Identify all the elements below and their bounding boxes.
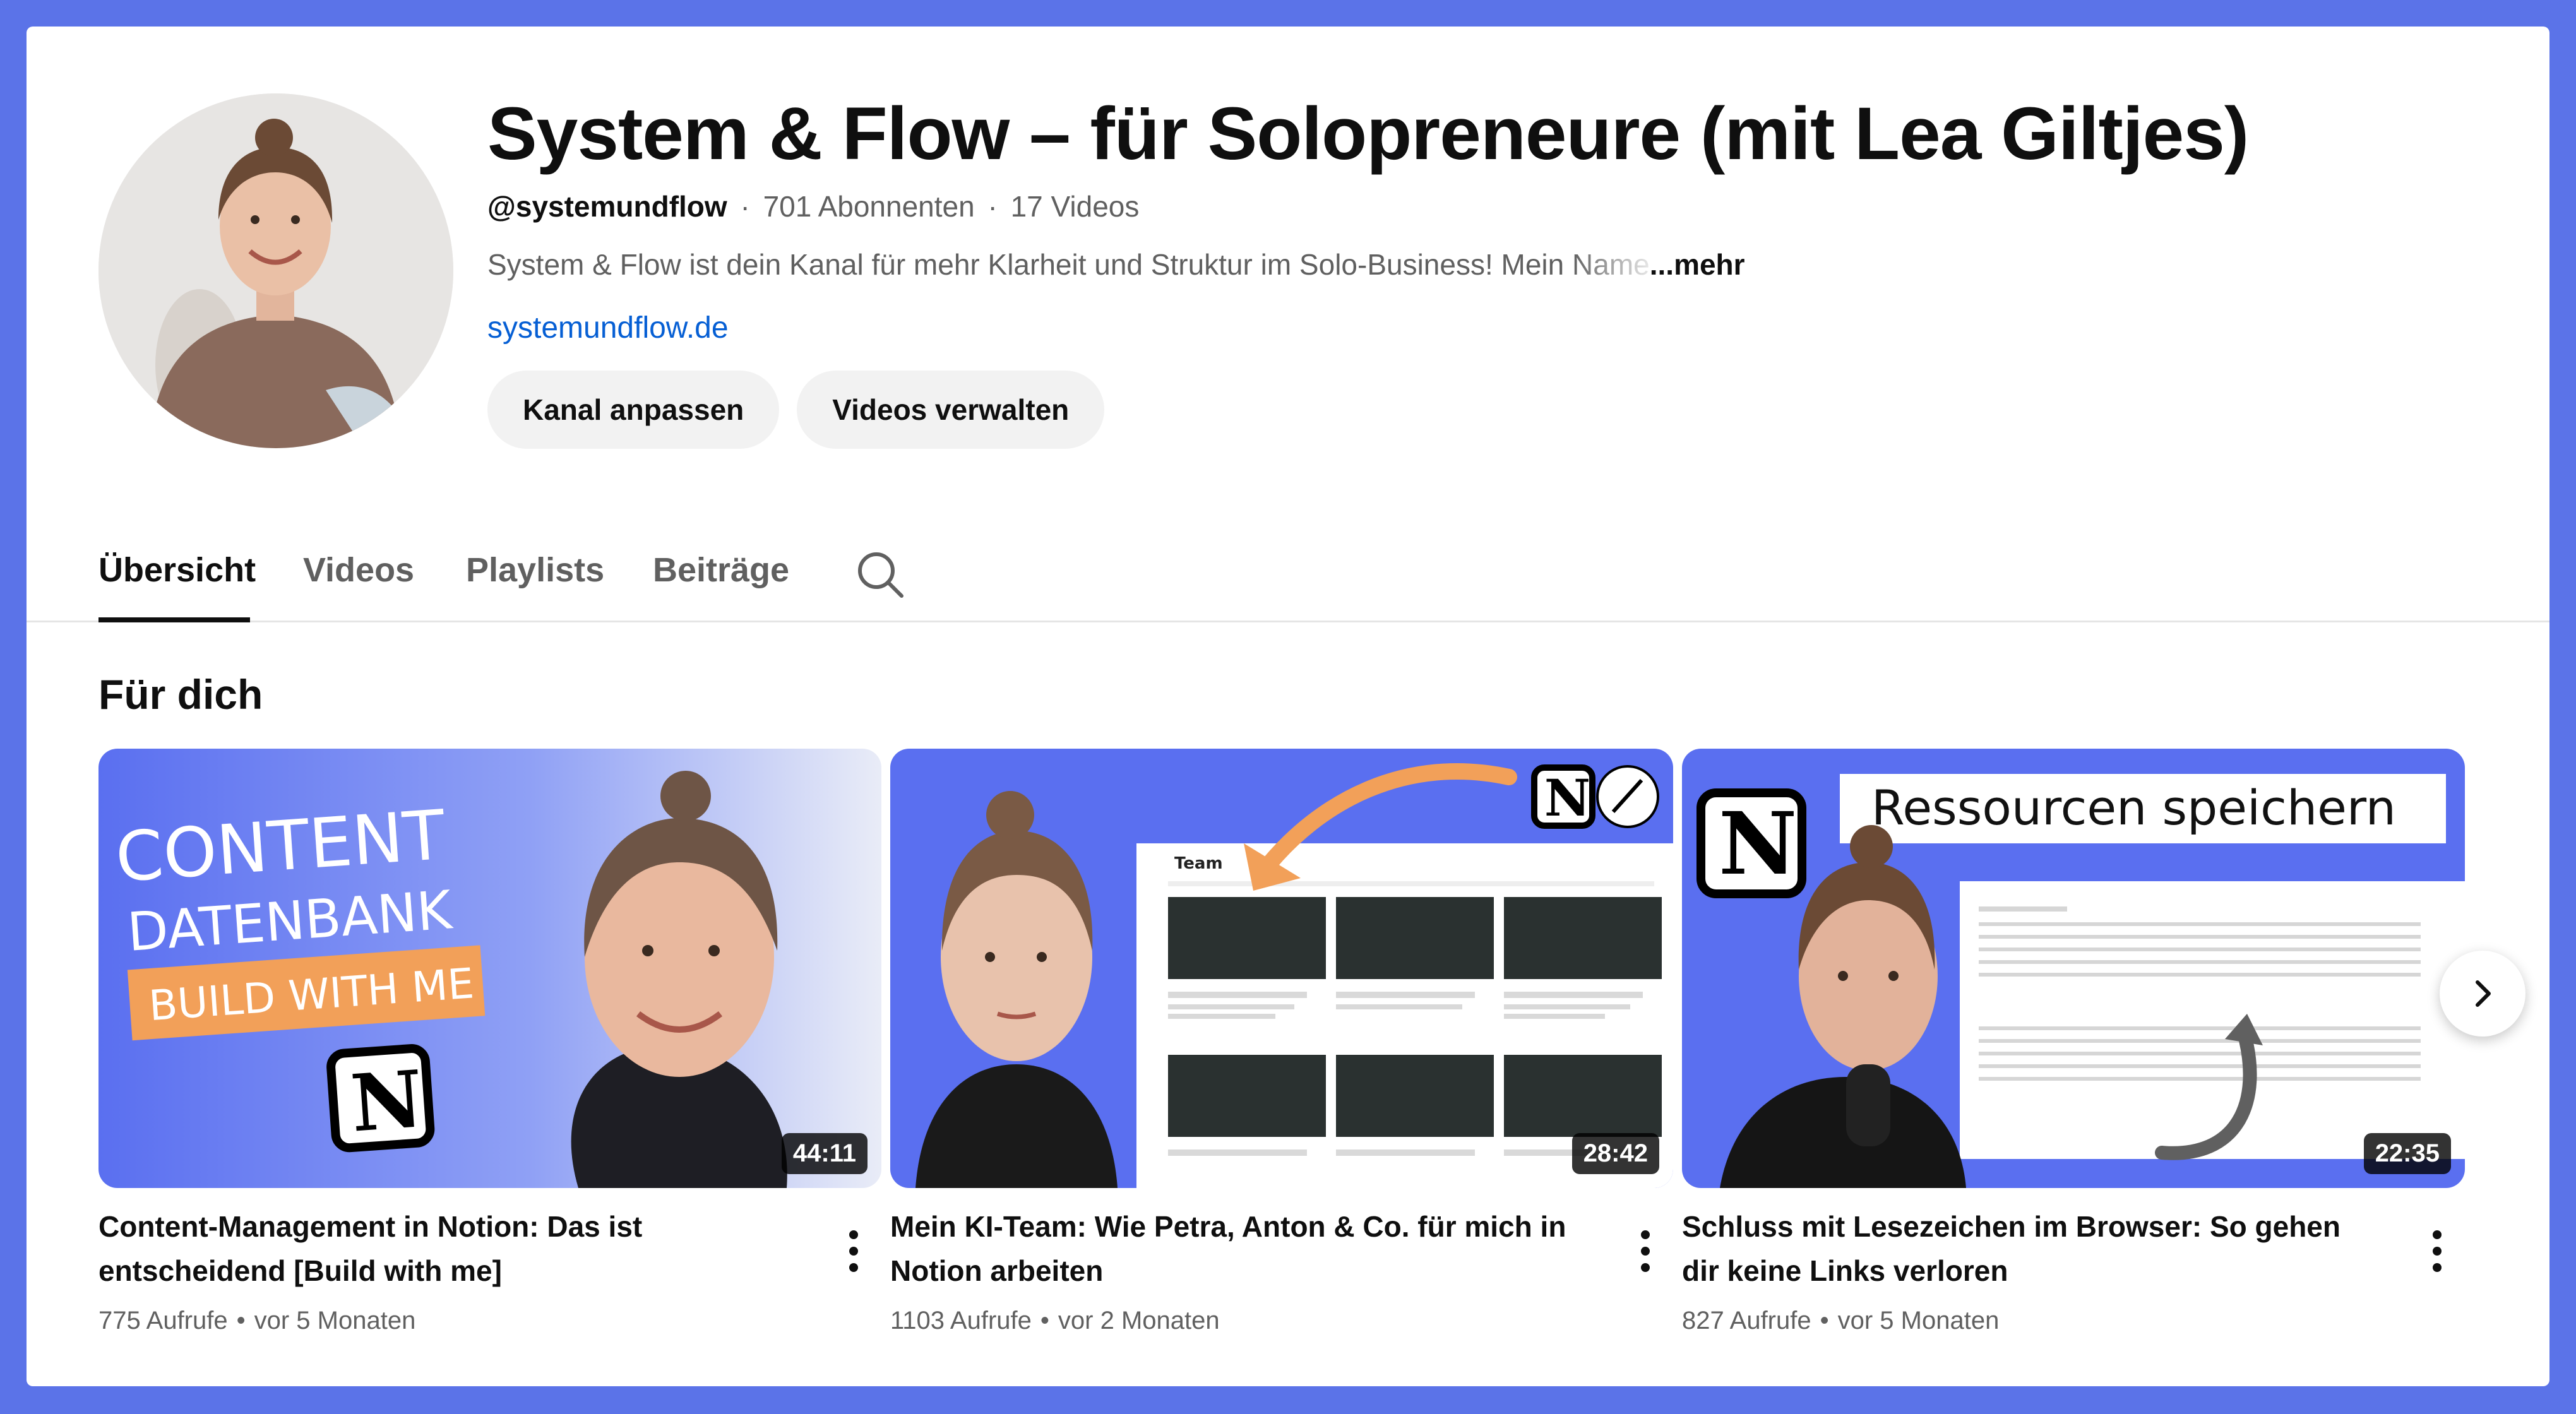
carousel-next-button[interactable] xyxy=(2440,951,2525,1037)
upload-age: vor 5 Monaten xyxy=(1837,1307,2000,1334)
more-link[interactable]: ...mehr xyxy=(1650,248,1745,281)
video-thumbnail[interactable]: Ressourcen speichern N 22:35 xyxy=(1682,749,2465,1188)
video-meta: 775 Aufrufe • vor 5 Monaten xyxy=(98,1307,881,1335)
video-meta: 1103 Aufrufe • vor 2 Monaten xyxy=(890,1307,1673,1335)
channel-info: System & Flow – für Solopreneure (mit Le… xyxy=(487,90,2249,449)
svg-text:N: N xyxy=(348,1054,426,1150)
description-text: System & Flow ist dein Kanal für mehr Kl… xyxy=(487,247,1573,281)
more-options-icon[interactable] xyxy=(1633,1226,1658,1276)
svg-text:N: N xyxy=(1544,768,1590,828)
customize-channel-button[interactable]: Kanal anpassen xyxy=(487,370,780,449)
section-title: Für dich xyxy=(98,671,263,718)
video-meta: 827 Aufrufe • vor 5 Monaten xyxy=(1682,1307,2465,1335)
view-count: 775 Aufrufe xyxy=(98,1307,228,1334)
tab-posts[interactable]: Beiträge xyxy=(653,550,789,590)
video-card[interactable]: Ressourcen speichern N 22:35 Schluss mit xyxy=(1682,749,2465,1335)
channel-meta: @systemundflow · 701 Abonnenten · 17 Vid… xyxy=(487,189,2248,223)
channel-description[interactable]: System & Flow ist dein Kanal für mehr Kl… xyxy=(487,247,2248,282)
video-title[interactable]: Content-Management in Notion: Das ist en… xyxy=(98,1204,793,1293)
subscriber-count: 701 Abonnenten xyxy=(763,189,975,223)
description-fade-text: Name xyxy=(1572,247,1650,281)
video-duration: 28:42 xyxy=(1571,1133,1659,1174)
channel-handle[interactable]: @systemundflow xyxy=(487,190,727,223)
meta-separator: · xyxy=(740,189,750,223)
tab-overview[interactable]: Übersicht xyxy=(98,550,256,590)
svg-text:N: N xyxy=(1719,793,1797,894)
video-duration: 22:35 xyxy=(2363,1133,2451,1174)
upload-age: vor 2 Monaten xyxy=(1058,1307,1220,1334)
channel-actions: Kanal anpassen Videos verwalten xyxy=(487,370,2248,449)
video-card[interactable]: CONTENT DATENBANK BUILD WITH ME N 44:11 … xyxy=(98,749,881,1335)
thumbnail-image: Team N xyxy=(890,749,1673,1188)
meta-separator: • xyxy=(1820,1307,1829,1334)
video-title[interactable]: Schluss mit Lesezeichen im Browser: So g… xyxy=(1682,1204,2376,1293)
search-icon[interactable] xyxy=(855,549,905,600)
chevron-right-icon xyxy=(2476,980,2491,1007)
thumbnail-image: Ressourcen speichern N xyxy=(1682,749,2465,1188)
thumb-text-resources: Ressourcen speichern xyxy=(1871,780,2396,836)
avatar-portrait xyxy=(98,93,453,448)
meta-separator: · xyxy=(987,189,998,223)
channel-website-link[interactable]: systemundflow.de xyxy=(487,311,2248,345)
thumbnail-image: CONTENT DATENBANK BUILD WITH ME N xyxy=(98,749,881,1188)
tab-videos[interactable]: Videos xyxy=(303,550,414,590)
channel-tabs: Übersicht Videos Playlists Beiträge xyxy=(27,532,2549,622)
video-thumbnail[interactable]: Team N 28:42 xyxy=(890,749,1673,1188)
thumb-text-team: Team xyxy=(1174,854,1223,873)
channel-title: System & Flow – für Solopreneure (mit Le… xyxy=(487,92,2249,175)
channel-page: System & Flow – für Solopreneure (mit Le… xyxy=(27,27,2549,1386)
view-count: 1103 Aufrufe xyxy=(890,1307,1032,1334)
video-duration: 44:11 xyxy=(781,1133,868,1174)
active-tab-indicator xyxy=(98,617,250,622)
video-count: 17 Videos xyxy=(1010,189,1140,223)
meta-separator: • xyxy=(236,1307,246,1334)
manage-videos-button[interactable]: Videos verwalten xyxy=(797,370,1105,449)
more-options-icon[interactable] xyxy=(841,1226,866,1276)
video-card[interactable]: Team N 28:42 Mein KI-Team: Wie Petra, An… xyxy=(890,749,1673,1335)
meta-separator: • xyxy=(1040,1307,1049,1334)
video-title[interactable]: Mein KI-Team: Wie Petra, Anton & Co. für… xyxy=(890,1204,1585,1293)
view-count: 827 Aufrufe xyxy=(1682,1307,1811,1334)
video-thumbnail[interactable]: CONTENT DATENBANK BUILD WITH ME N 44:11 xyxy=(98,749,881,1188)
more-options-icon[interactable] xyxy=(2424,1226,2450,1276)
tab-playlists[interactable]: Playlists xyxy=(466,550,604,590)
upload-age: vor 5 Monaten xyxy=(254,1307,416,1334)
channel-avatar[interactable] xyxy=(98,93,453,448)
